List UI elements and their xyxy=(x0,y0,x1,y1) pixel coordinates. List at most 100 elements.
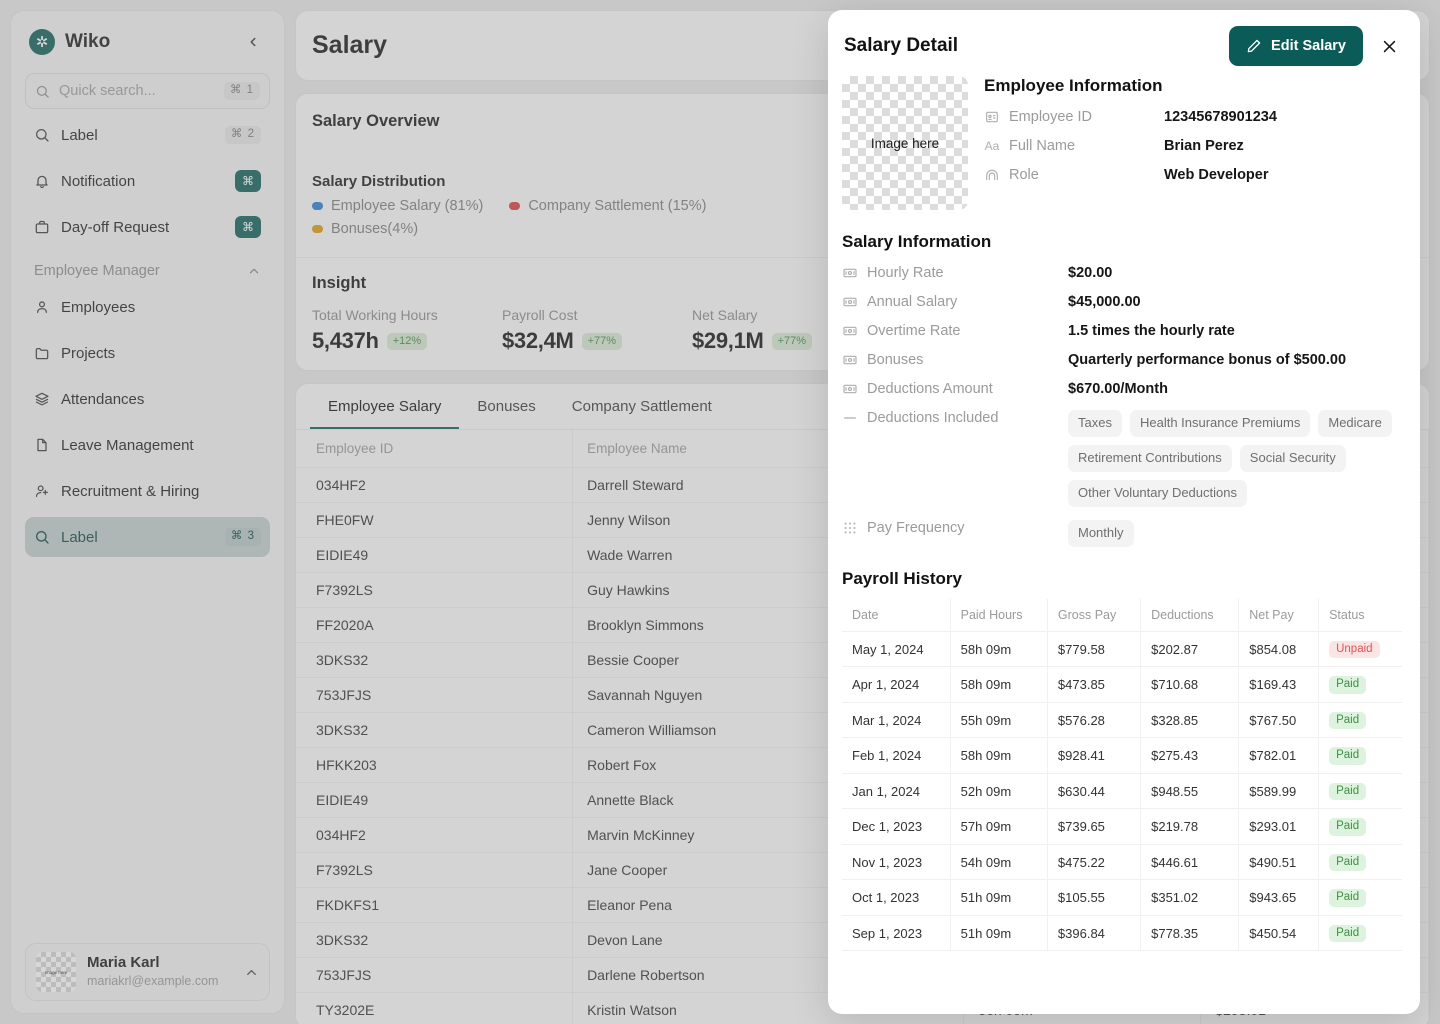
table-cell: $630.44 xyxy=(1047,773,1142,810)
metric-delta-badge: +12% xyxy=(386,332,428,350)
table-cell: Paid xyxy=(1318,844,1402,881)
payroll-history-table: Date Paid Hours Gross Pay Deductions Net Pay… xyxy=(842,598,1402,952)
metric-value: $32,4M xyxy=(502,328,574,353)
search-icon xyxy=(35,84,50,99)
table-row[interactable]: Sep 1, 2023 51h 09m $396.84 $778.35 $450.54 P… xyxy=(842,915,1402,952)
salary-fields-list: Hourly Rate $20.00 Annual Salary $45,000.00… xyxy=(842,265,1402,397)
table-row[interactable]: Nov 1, 2023 54h 09m $475.22 $446.61 $490.51 P… xyxy=(842,844,1402,881)
sidebar-item-label-selected[interactable]: Label ⌘ 3 xyxy=(25,517,270,557)
sidebar-item-notification[interactable]: Notification ⌘ xyxy=(25,161,270,201)
sidebar-item-projects[interactable]: Projects xyxy=(25,333,270,373)
column-header[interactable]: Gross Pay xyxy=(1047,598,1142,632)
sidebar-shortcut: ⌘ 3 xyxy=(224,528,261,546)
avatar: Image here xyxy=(36,952,76,992)
table-row[interactable]: Jan 1, 2024 52h 09m $630.44 $948.55 $589.99 P… xyxy=(842,773,1402,810)
text-aa-icon: Aa xyxy=(984,139,1000,153)
table-cell: 034HF2 xyxy=(296,817,574,853)
sidebar-group-employee-manager[interactable]: Employee Manager xyxy=(25,247,270,281)
legend-item[interactable]: Bonuses(4%) xyxy=(312,221,418,237)
pay-frequency-chip: Monthly xyxy=(1068,519,1134,547)
table-cell: $576.28 xyxy=(1047,702,1142,739)
chevron-left-icon[interactable] xyxy=(240,33,266,51)
field-employee-id: Employee ID 12345678901234 xyxy=(984,109,1402,125)
column-header[interactable]: Employee ID xyxy=(296,430,574,468)
close-icon[interactable] xyxy=(1377,34,1402,59)
table-row[interactable]: Feb 1, 2024 58h 09m $928.41 $275.43 $782.01 P… xyxy=(842,737,1402,774)
deduction-chip: Social Security xyxy=(1239,444,1346,472)
sidebar-item-employees[interactable]: Employees xyxy=(25,287,270,327)
table-cell: $396.84 xyxy=(1047,915,1142,952)
avatar-placeholder-text: Image here xyxy=(44,969,68,975)
column-header[interactable]: Status xyxy=(1318,598,1402,632)
sidebar-item-label: Leave Management xyxy=(61,436,194,454)
sidebar-item-leave-management[interactable]: Leave Management xyxy=(25,425,270,465)
deduction-chip: Taxes xyxy=(1068,410,1122,437)
pay-frequency-chips: Monthly xyxy=(1068,519,1134,547)
status-badge: Paid xyxy=(1329,853,1367,872)
table-cell: $351.02 xyxy=(1140,879,1240,916)
table-cell: Paid xyxy=(1318,666,1402,703)
legend-item[interactable]: Employee Salary (81%) xyxy=(312,198,483,214)
column-header[interactable]: Net Pay xyxy=(1238,598,1320,632)
table-cell: Paid xyxy=(1318,773,1402,810)
table-row[interactable]: May 1, 2024 58h 09m $779.58 $202.87 $854.08 U… xyxy=(842,631,1402,668)
table-row[interactable]: Mar 1, 2024 55h 09m $576.28 $328.85 $767.50 P… xyxy=(842,702,1402,739)
table-cell: $854.08 xyxy=(1238,631,1320,668)
table-cell: TY3202E xyxy=(296,992,574,1024)
table-cell: $450.54 xyxy=(1238,915,1320,952)
metric-value: $29,1M xyxy=(692,328,764,353)
table-body: May 1, 2024 58h 09m $779.58 $202.87 $854.08 U… xyxy=(842,631,1402,952)
table-cell: Jan 1, 2024 xyxy=(842,773,951,810)
table-row[interactable]: Dec 1, 2023 57h 09m $739.65 $219.78 $293.01 P… xyxy=(842,808,1402,845)
table-cell: 034HF2 xyxy=(296,467,574,503)
status-badge: Paid xyxy=(1329,711,1367,730)
table-cell: Paid xyxy=(1318,808,1402,845)
field-value: 12345678901234 xyxy=(1164,109,1277,125)
field-deductions-amount: Deductions Amount $670.00/Month xyxy=(842,381,1402,397)
column-header[interactable]: Paid Hours xyxy=(950,598,1048,632)
field-label: Deductions Included xyxy=(867,410,999,426)
sidebar-item-attendances[interactable]: Attendances xyxy=(25,379,270,419)
sidebar-item-recruitment-hiring[interactable]: Recruitment & Hiring xyxy=(25,471,270,511)
field-full-name: Aa Full Name Brian Perez xyxy=(984,138,1402,154)
table-cell: Mar 1, 2024 xyxy=(842,702,951,739)
table-cell: $767.50 xyxy=(1238,702,1320,739)
table-row[interactable]: Oct 1, 2023 51h 09m $105.55 $351.02 $943.65 P… xyxy=(842,879,1402,916)
tab-company-sattlement[interactable]: Company Sattlement xyxy=(554,384,730,429)
field-overtime-rate: Overtime Rate 1.5 times the hourly rate xyxy=(842,323,1402,339)
tab-employee-salary[interactable]: Employee Salary xyxy=(310,384,460,429)
legend-item[interactable]: Company Sattlement (15%) xyxy=(509,198,706,214)
legend-swatch-employee-salary xyxy=(312,202,323,210)
payroll-history-section: Payroll History Date Paid Hours Gross Pay D… xyxy=(842,569,1402,952)
chevron-up-icon[interactable] xyxy=(244,965,259,980)
column-header[interactable]: Date xyxy=(842,598,951,632)
salary-information-title: Salary Information xyxy=(842,232,992,251)
sidebar-item-label-top[interactable]: Label ⌘ 2 xyxy=(25,115,270,155)
table-cell: 51h 09m xyxy=(950,879,1048,916)
legend-label: Employee Salary (81%) xyxy=(331,198,484,214)
table-cell: Unpaid xyxy=(1318,631,1402,668)
tab-bonuses[interactable]: Bonuses xyxy=(459,384,553,429)
field-pay-frequency: Pay Frequency Monthly xyxy=(842,519,1402,547)
metric-label: Total Working Hours xyxy=(312,307,438,323)
table-cell: 54h 09m xyxy=(950,844,1048,881)
table-cell: 3DKS32 xyxy=(296,642,574,678)
edit-salary-button[interactable]: Edit Salary xyxy=(1229,26,1363,66)
column-header[interactable]: Deductions xyxy=(1140,598,1240,632)
table-cell: $782.01 xyxy=(1238,737,1320,774)
table-cell: 58h 09m xyxy=(950,631,1048,668)
app-backdrop: ✲ Wiko Quick search... ⌘ 1 Label ⌘ 2 Not… xyxy=(0,0,1440,1024)
table-cell: Dec 1, 2023 xyxy=(842,808,951,845)
bag-icon xyxy=(34,219,50,235)
id-card-icon xyxy=(984,109,1000,125)
metric-value: 5,437h xyxy=(312,328,379,353)
deduction-chips: Taxes Health Insurance Premiums Medicare Re… xyxy=(1068,410,1402,507)
table-cell: 3DKS32 xyxy=(296,922,574,958)
table-cell: Sep 1, 2023 xyxy=(842,915,951,952)
table-row[interactable]: Apr 1, 2024 58h 09m $473.85 $710.68 $169.43 P… xyxy=(842,666,1402,703)
user-profile[interactable]: Image here Maria Karl mariakrl@example.c… xyxy=(25,943,270,1001)
sidebar-item-day-off-request[interactable]: Day-off Request ⌘ xyxy=(25,207,270,247)
search-input[interactable]: Quick search... ⌘ 1 xyxy=(25,73,270,109)
table-cell: $328.85 xyxy=(1140,702,1240,739)
status-badge: Paid xyxy=(1329,818,1367,836)
